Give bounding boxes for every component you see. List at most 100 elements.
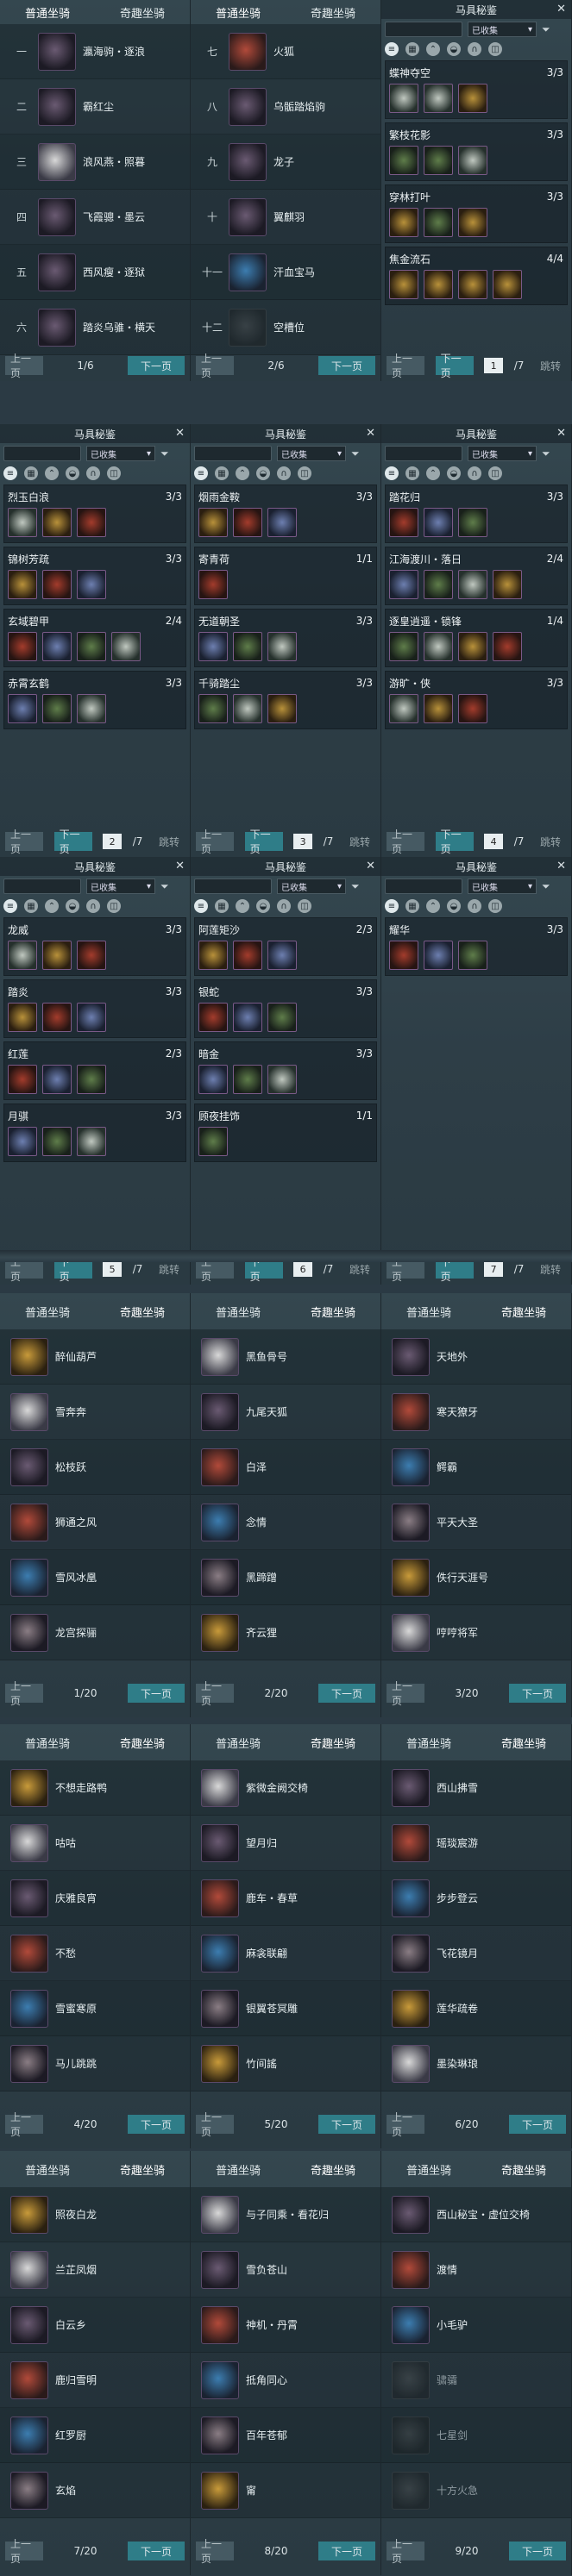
tack-piece-icon[interactable]: [458, 146, 487, 175]
tack-piece-icon[interactable]: [8, 632, 37, 661]
jump-button[interactable]: 跳转: [535, 356, 566, 375]
next-page-button[interactable]: 下一页: [127, 2542, 185, 2560]
page-number-input[interactable]: 5: [103, 1261, 123, 1277]
page-number-input[interactable]: 7: [484, 1261, 504, 1277]
tack-piece-icon[interactable]: [424, 632, 453, 661]
prev-page-button[interactable]: 上一页: [387, 828, 424, 855]
next-page-button[interactable]: 下一页: [318, 356, 375, 375]
tack-set-card[interactable]: 蝶神夺空 3/3: [385, 60, 568, 119]
mount-row[interactable]: 九 龙子: [191, 134, 380, 190]
mount-row[interactable]: 红罗厨: [0, 2408, 190, 2463]
tack-piece-icon[interactable]: [8, 1065, 37, 1094]
next-page-button[interactable]: 下一页: [508, 2115, 566, 2134]
mount-row[interactable]: 银翼苍冥雕: [191, 1981, 380, 2036]
mount-row[interactable]: 寒天獠牙: [381, 1385, 571, 1440]
filter-icon[interactable]: ⏷: [160, 880, 169, 893]
ornament-icon[interactable]: ◫: [298, 466, 311, 480]
tack-piece-icon[interactable]: [424, 508, 453, 537]
next-page-button[interactable]: 下一页: [244, 1256, 283, 1283]
mount-row[interactable]: 飞花镜月: [381, 1926, 571, 1981]
mount-row[interactable]: 白泽: [191, 1440, 380, 1495]
prev-page-button[interactable]: 上一页: [387, 353, 424, 379]
tab-fun-mount[interactable]: 奇趣坐骑: [501, 2161, 546, 2178]
tack-piece-icon[interactable]: [42, 508, 72, 537]
filter-icon[interactable]: ⏷: [542, 23, 550, 36]
tack-piece-icon[interactable]: [233, 1003, 262, 1032]
tack-piece-icon[interactable]: [458, 84, 487, 113]
tack-set-card[interactable]: 游旷・侠 3/3: [385, 671, 568, 729]
tack-piece-icon[interactable]: [77, 1127, 106, 1156]
tack-piece-icon[interactable]: [77, 632, 106, 661]
tack-piece-icon[interactable]: [233, 941, 262, 970]
prev-page-button[interactable]: 上一页: [387, 2538, 424, 2565]
tack-piece-icon[interactable]: [198, 570, 228, 599]
close-icon[interactable]: ✕: [556, 427, 566, 440]
next-page-button[interactable]: 下一页: [244, 828, 283, 855]
collected-filter-select[interactable]: 已收集 ▾: [86, 878, 155, 894]
mount-row[interactable]: 黑蹄蹭: [191, 1550, 380, 1605]
next-page-button[interactable]: 下一页: [127, 2115, 185, 2134]
tack-set-card[interactable]: 无道朝圣 3/3: [194, 609, 377, 667]
mount-row[interactable]: 抵角同心: [191, 2353, 380, 2408]
tab-fun-mount[interactable]: 奇趣坐骑: [501, 1304, 546, 1320]
bridle-icon[interactable]: ∩: [277, 899, 291, 913]
next-page-button[interactable]: 下一页: [317, 1684, 375, 1703]
tack-set-card[interactable]: 踏炎 3/3: [3, 979, 186, 1038]
grid-icon[interactable]: ▦: [24, 466, 38, 480]
tack-piece-icon[interactable]: [8, 694, 37, 723]
page-number-input[interactable]: 6: [293, 1261, 313, 1277]
mount-row[interactable]: 鳄霸: [381, 1440, 571, 1495]
tack-piece-icon[interactable]: [458, 508, 487, 537]
mount-row[interactable]: 雪负苍山: [191, 2242, 380, 2298]
mount-row[interactable]: 小毛驴: [381, 2298, 571, 2353]
tab-fun-mount[interactable]: 奇趣坐骑: [501, 1735, 546, 1751]
prev-page-button[interactable]: 上一页: [5, 1680, 43, 1707]
tack-piece-icon[interactable]: [42, 1003, 72, 1032]
bridle-icon[interactable]: ∩: [86, 899, 100, 913]
mount-row[interactable]: 龙宫探骊: [0, 1605, 190, 1660]
prev-page-button[interactable]: 上一页: [196, 828, 234, 855]
mount-row[interactable]: 紫微金阙交椅: [191, 1760, 380, 1816]
jump-button[interactable]: 跳转: [154, 832, 185, 851]
tack-piece-icon[interactable]: [42, 632, 72, 661]
tack-piece-icon[interactable]: [267, 1065, 297, 1094]
armor-icon[interactable]: ◒: [256, 899, 270, 913]
ornament-icon[interactable]: ◫: [107, 899, 121, 913]
bridle-icon[interactable]: ∩: [277, 466, 291, 480]
mount-row[interactable]: 不想走路鸭: [0, 1760, 190, 1816]
mount-row[interactable]: 天地外: [381, 1329, 571, 1385]
mount-row[interactable]: 咕咕: [0, 1816, 190, 1871]
tack-piece-icon[interactable]: [389, 941, 418, 970]
prev-page-button[interactable]: 上一页: [5, 353, 43, 379]
bridle-icon[interactable]: ∩: [468, 899, 481, 913]
tack-piece-icon[interactable]: [111, 632, 141, 661]
mount-row[interactable]: 八 乌骺踏焰驹: [191, 79, 380, 134]
ornament-icon[interactable]: ◫: [488, 899, 502, 913]
list-icon[interactable]: ≡: [385, 899, 399, 913]
tack-set-card[interactable]: 千骑踏尘 3/3: [194, 671, 377, 729]
saddle-icon[interactable]: ⌃: [236, 466, 249, 480]
tab-fun-mount[interactable]: 奇趣坐骑: [120, 1735, 165, 1751]
tack-piece-icon[interactable]: [198, 508, 228, 537]
tab-normal-mount[interactable]: 普通坐骑: [25, 1735, 70, 1751]
close-icon[interactable]: ✕: [556, 860, 566, 872]
tab-normal-mount[interactable]: 普通坐骑: [216, 4, 261, 21]
grid-icon[interactable]: ▦: [405, 466, 419, 480]
tack-set-card[interactable]: 焦金流石 4/4: [385, 247, 568, 305]
page-number-input[interactable]: 1: [484, 358, 504, 373]
tack-piece-icon[interactable]: [42, 1065, 72, 1094]
mount-row[interactable]: 四 飞霞骢・墨云: [0, 190, 190, 245]
mount-row[interactable]: 庆雅良宵: [0, 1871, 190, 1926]
jump-button[interactable]: 跳转: [154, 1260, 185, 1279]
collected-filter-select[interactable]: 已收集 ▾: [277, 446, 346, 461]
mount-row[interactable]: 狮通之风: [0, 1495, 190, 1550]
tack-set-card[interactable]: 银蛇 3/3: [194, 979, 377, 1038]
tack-piece-icon[interactable]: [458, 941, 487, 970]
collected-filter-select[interactable]: 已收集 ▾: [86, 446, 155, 461]
tack-piece-icon[interactable]: [77, 1003, 106, 1032]
collected-filter-select[interactable]: 已收集 ▾: [468, 878, 537, 894]
saddle-icon[interactable]: ⌃: [426, 42, 440, 56]
tack-set-card[interactable]: 赤霄玄鹤 3/3: [3, 671, 186, 729]
list-icon[interactable]: ≡: [385, 42, 399, 56]
mount-row[interactable]: 白云乡: [0, 2298, 190, 2353]
